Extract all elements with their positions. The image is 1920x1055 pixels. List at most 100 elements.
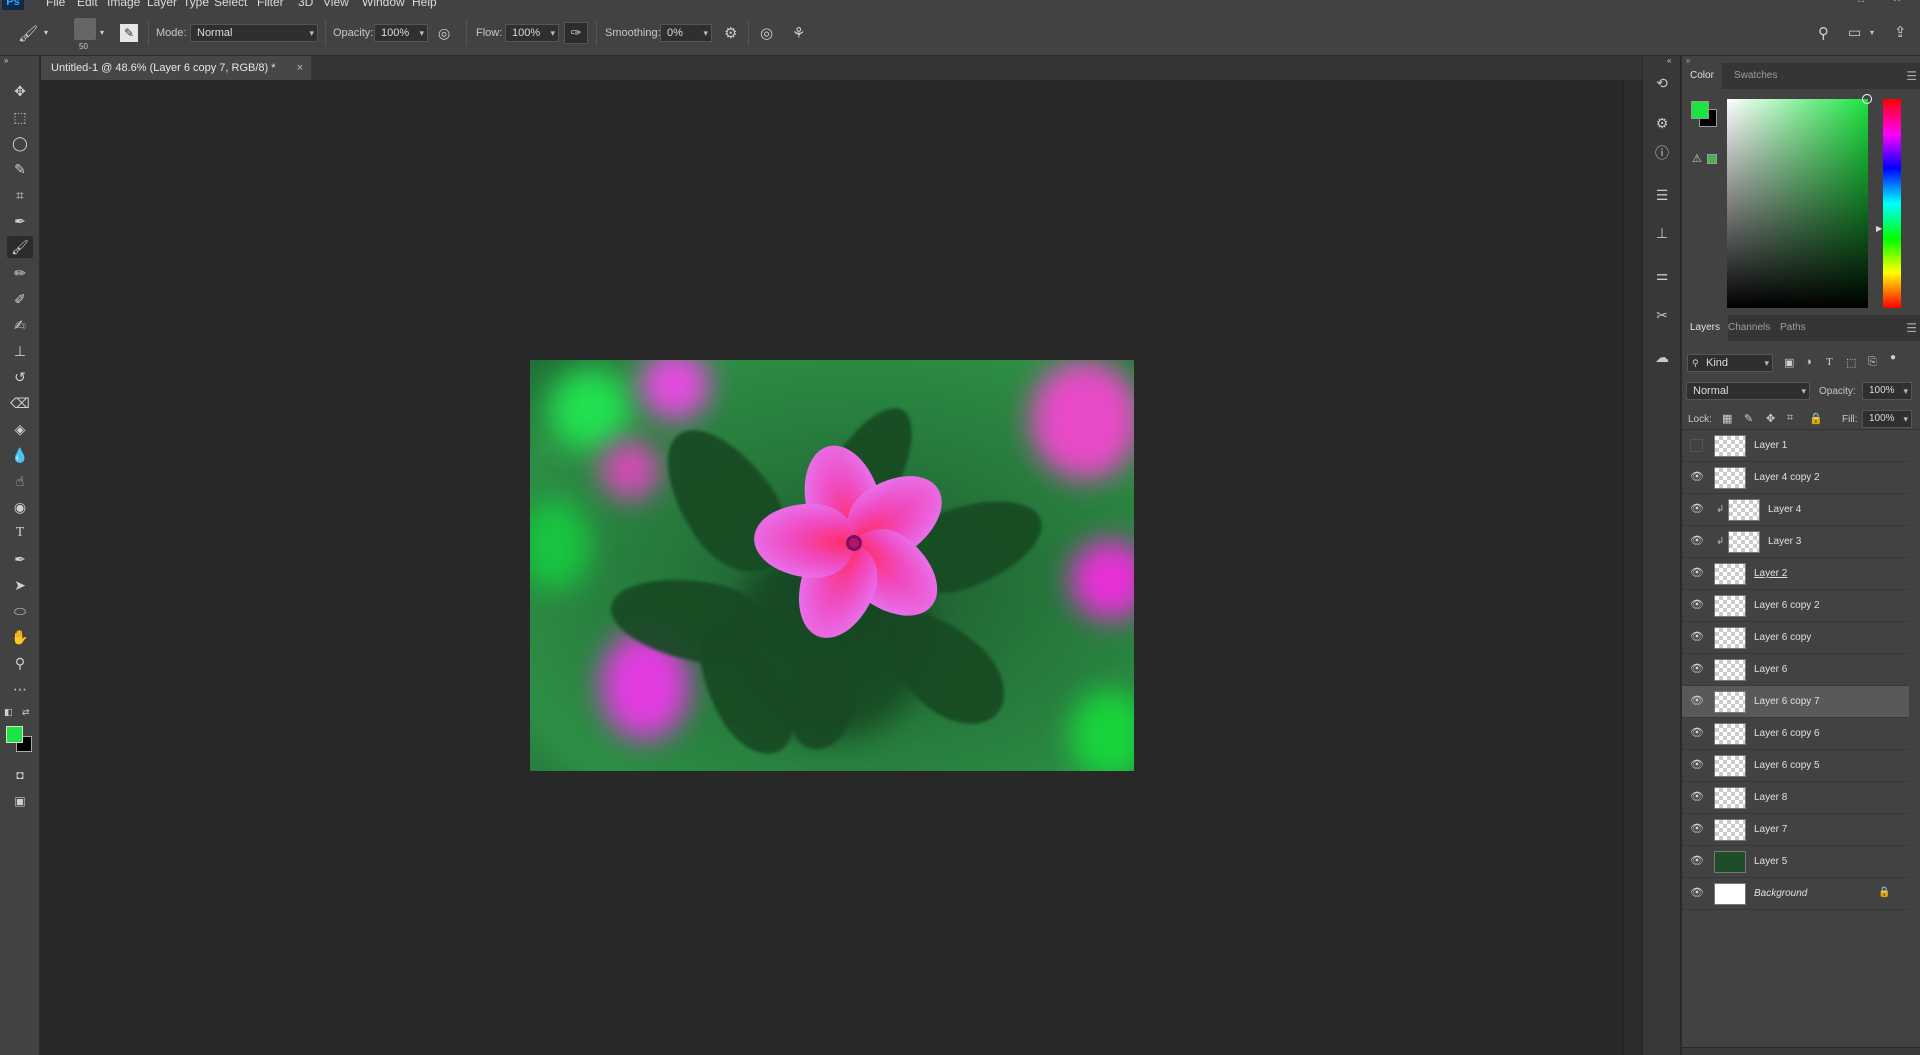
layer-name[interactable]: Layer 6 copy 6 [1754, 718, 1820, 750]
foreground-color-swatch[interactable] [6, 726, 23, 743]
menu-window[interactable]: Window [362, 0, 405, 9]
panel-menu-icon[interactable]: ☰ [1906, 321, 1917, 335]
vertical-scrollbar[interactable] [1623, 80, 1641, 1055]
layer-name[interactable]: Layer 8 [1754, 782, 1787, 814]
close-tab-icon[interactable]: × [297, 56, 303, 80]
more-tools-icon[interactable]: ⋯ [7, 678, 33, 700]
layer-row[interactable]: 👁 Layer 4 copy 2 [1682, 462, 1909, 494]
pressure-size-icon[interactable]: ◎ [760, 24, 773, 42]
layer-name[interactable]: Layer 3 [1768, 526, 1801, 558]
paint-bucket-tool-icon[interactable]: ◈ [7, 418, 33, 440]
minimize-icon[interactable]: – [1822, 0, 1836, 6]
fill-dropdown[interactable]: 100% ▾ [1862, 410, 1912, 428]
layer-name[interactable]: Layer 6 copy 5 [1754, 750, 1820, 782]
chevron-down-icon[interactable]: ▾ [1870, 28, 1874, 37]
visibility-eye-icon[interactable]: 👁 [1690, 503, 1704, 516]
flow-dropdown[interactable]: 100% ▾ [505, 24, 559, 42]
zoom-tool-icon[interactable]: ⚲ [7, 652, 33, 674]
brush-tool-preset-icon[interactable]: 🖌 [18, 24, 38, 44]
brush-settings-panel-icon[interactable]: ✎ [120, 24, 138, 42]
artwork-canvas[interactable] [530, 360, 1134, 771]
menu-view[interactable]: View [323, 0, 349, 9]
hand-tool-icon[interactable]: ✋ [7, 626, 33, 648]
chevron-down-icon[interactable]: ▾ [100, 28, 104, 37]
layer-row[interactable]: 👁 Layer 6 copy 5 [1682, 750, 1909, 782]
lock-all-icon[interactable]: 🔒 [1809, 412, 1823, 425]
layer-thumbnail[interactable] [1714, 883, 1746, 905]
visibility-eye-icon[interactable]: 👁 [1690, 823, 1704, 836]
gear-icon[interactable]: ⚙ [724, 24, 737, 42]
brush-tool-icon[interactable]: 🖌 [7, 236, 33, 258]
properties-panel-icon[interactable]: ⚙ [1651, 112, 1673, 134]
layer-row[interactable]: 👁 Background 🔒 [1682, 878, 1909, 910]
layer-row[interactable]: 👁 ↲ Layer 3 [1682, 526, 1909, 558]
collapse-toolbar-icon[interactable]: » [4, 56, 8, 65]
visibility-eye-icon[interactable]: 👁 [1690, 631, 1704, 644]
layer-thumbnail[interactable] [1714, 787, 1746, 809]
menu-edit[interactable]: Edit [77, 0, 98, 9]
layer-thumbnail[interactable] [1714, 595, 1746, 617]
menu-image[interactable]: Image [107, 0, 140, 9]
hue-slider-handle[interactable]: ▶ [1876, 224, 1882, 233]
sponge-tool-icon[interactable]: ◉ [7, 496, 33, 518]
menu-select[interactable]: Select [214, 0, 247, 9]
airbrush-icon[interactable]: ✑ [564, 22, 588, 44]
menu-file[interactable]: File [46, 0, 65, 9]
adjustments-panel-icon[interactable]: ⚌ [1651, 264, 1673, 286]
layer-thumbnail[interactable] [1714, 691, 1746, 713]
menu-filter[interactable]: Filter [257, 0, 284, 9]
lock-position-icon[interactable]: ✥ [1766, 412, 1775, 425]
filter-adjustment-icon[interactable]: ◑ [1805, 356, 1812, 368]
layer-name[interactable]: Layer 6 copy 2 [1754, 590, 1820, 622]
layer-filter-dropdown[interactable]: ⚲ Kind ▾ [1687, 354, 1773, 372]
visibility-eye-icon[interactable]: 👁 [1690, 567, 1704, 580]
tab-swatches[interactable]: Swatches [1726, 63, 1785, 89]
visibility-eye-icon[interactable]: 👁 [1690, 887, 1704, 900]
clone-stamp-tool-icon[interactable]: ⊥ [7, 340, 33, 362]
visibility-eye-icon[interactable]: 👁 [1690, 727, 1704, 740]
hue-slider[interactable] [1883, 99, 1901, 308]
panel-menu-icon[interactable]: ☰ [1906, 69, 1917, 83]
pen-tool-icon[interactable]: ✒ [7, 548, 33, 570]
layer-name[interactable]: Layer 6 copy 7 [1754, 686, 1820, 718]
smoothing-dropdown[interactable]: 0% ▾ [660, 24, 712, 42]
layer-row[interactable]: 👁 Layer 7 [1682, 814, 1909, 846]
layer-name[interactable]: Background [1754, 878, 1807, 910]
layer-thumbnail[interactable] [1714, 851, 1746, 873]
layer-opacity-dropdown[interactable]: 100% ▾ [1862, 382, 1912, 400]
symmetry-icon[interactable]: ⚘ [792, 24, 805, 42]
screen-mode-icon[interactable]: ▣ [7, 790, 33, 812]
smudge-tool-icon[interactable]: ☝ [7, 470, 33, 492]
opacity-dropdown[interactable]: 100% ▾ [374, 24, 428, 42]
layer-name[interactable]: Layer 4 [1768, 494, 1801, 526]
history-panel-icon[interactable]: ⟲ [1651, 72, 1673, 94]
color-picker-cursor[interactable] [1862, 94, 1872, 104]
path-selection-tool-icon[interactable]: ➤ [7, 574, 33, 596]
layer-thumbnail[interactable] [1728, 499, 1760, 521]
layer-row[interactable]: 👁 Layer 6 [1682, 654, 1909, 686]
layer-thumbnail[interactable] [1714, 819, 1746, 841]
filter-smart-object-icon[interactable]: ⎘ [1868, 356, 1877, 369]
blur-tool-icon[interactable]: 💧 [7, 444, 33, 466]
filter-type-icon[interactable]: T [1826, 356, 1833, 368]
visibility-eye-icon[interactable]: 👁 [1690, 695, 1704, 708]
layer-row[interactable]: 👁 Layer 8 [1682, 782, 1909, 814]
layer-thumbnail[interactable] [1714, 723, 1746, 745]
layer-row[interactable]: Layer 1 [1682, 430, 1909, 462]
blend-mode-dropdown[interactable]: Normal ▾ [1686, 382, 1810, 400]
menu-3d[interactable]: 3D [298, 0, 313, 9]
tab-color[interactable]: Color [1682, 63, 1722, 89]
default-colors-icon[interactable]: ◧ [4, 707, 13, 718]
filter-shape-icon[interactable]: ⬚ [1846, 356, 1856, 369]
marquee-tool-icon[interactable]: ⬚ [7, 106, 33, 128]
clone-source-panel-icon[interactable]: ⊥ [1651, 222, 1673, 244]
crop-tool-icon[interactable]: ⌗ [7, 184, 33, 206]
layer-row[interactable]: 👁 Layer 6 copy 2 [1682, 590, 1909, 622]
visibility-eye-icon[interactable]: 👁 [1690, 791, 1704, 804]
layer-row[interactable]: 👁 Layer 2 [1682, 558, 1909, 590]
layer-name[interactable]: Layer 6 [1754, 654, 1787, 686]
visibility-eye-icon[interactable]: 👁 [1690, 663, 1704, 676]
search-icon[interactable]: ⚲ [1818, 24, 1829, 42]
chevron-down-icon[interactable]: ▾ [44, 28, 48, 37]
menu-help[interactable]: Help [412, 0, 437, 9]
